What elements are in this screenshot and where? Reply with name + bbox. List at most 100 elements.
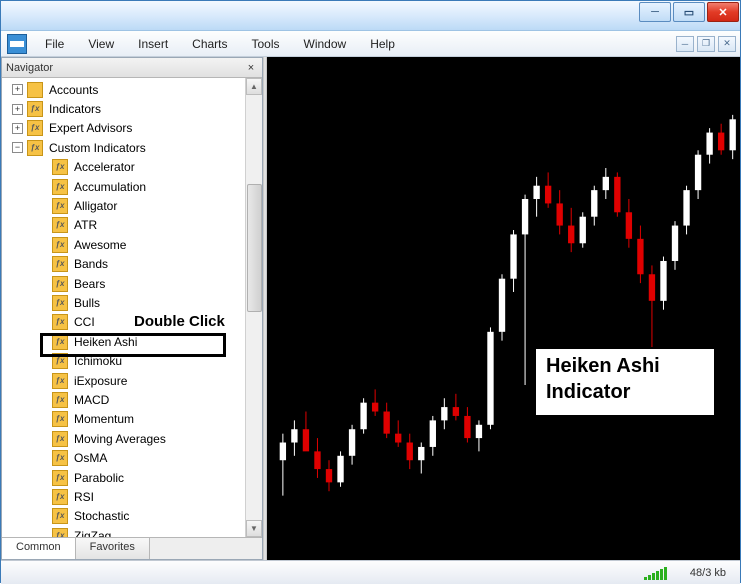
tree-item-iexposure[interactable]: ƒx iExposure [6,371,245,390]
tree-label: Momentum [72,412,136,426]
tree-item-ichimoku[interactable]: ƒx Ichimoku [6,351,245,370]
fx-icon: ƒx [52,373,68,389]
tree-item-osma[interactable]: ƒx OsMA [6,448,245,467]
mdi-close-button[interactable]: ✕ [718,36,736,52]
fx-icon: ƒx [52,450,68,466]
tree-label: Accumulation [72,180,148,194]
candlestick-chart [267,57,740,560]
tab-common[interactable]: Common [2,538,76,559]
tree-item-awesome[interactable]: ƒx Awesome [6,235,245,254]
tree-item-bands[interactable]: ƒx Bands [6,255,245,274]
tree-label: ZigZag [72,529,113,537]
tree-scrollbar[interactable]: ▲ ▼ [245,78,262,537]
annotation-indicator-box: Heiken Ashi Indicator [534,347,716,417]
mdi-restore-button[interactable]: ❐ [697,36,715,52]
minimize-button[interactable]: ─ [639,2,671,22]
fx-icon: ƒx [52,276,68,292]
scroll-thumb[interactable] [247,184,262,312]
tree-node-accounts[interactable]: + Accounts [6,80,245,99]
fx-icon: ƒx [52,353,68,369]
fx-icon: ƒx [27,101,43,117]
tree-item-parabolic[interactable]: ƒxParabolic [6,468,245,487]
tree-label: Parabolic [72,471,126,485]
accounts-icon [27,82,43,98]
tree-item-macd[interactable]: ƒxMACD [6,390,245,409]
close-button[interactable]: ✕ [707,2,739,22]
tree-label: Expert Advisors [47,121,134,135]
navigator-header[interactable]: Navigator × [2,58,262,78]
tree-label: Bulls [72,296,102,310]
menu-tools[interactable]: Tools [240,34,292,54]
fx-icon: ƒx [52,314,68,330]
tree-label: Bands [72,257,110,271]
app-icon [7,34,27,54]
tree-item-bulls[interactable]: ƒxBulls [6,293,245,312]
tree-item-accumulation[interactable]: ƒxAccumulation [6,177,245,196]
titlebar[interactable]: ─ ▭ ✕ [1,1,740,31]
scroll-up-icon[interactable]: ▲ [246,78,262,95]
tree-node-expert-advisors[interactable]: + ƒx Expert Advisors [6,119,245,138]
tree-item-momentum[interactable]: ƒx Momentum [6,410,245,429]
fx-icon: ƒx [52,508,68,524]
tree-item-alligator[interactable]: ƒxAlligator [6,196,245,215]
body-area: Navigator × +Accounts+ƒxIndicators+ƒxExp… [1,57,740,560]
menu-charts[interactable]: Charts [180,34,239,54]
tree-label: Accounts [47,83,100,97]
tree-label: CCI [72,315,97,329]
maximize-button[interactable]: ▭ [673,2,705,22]
tree-item-bears[interactable]: ƒx Bears [6,274,245,293]
tree-item-heiken-ashi[interactable]: ƒxHeiken Ashi [6,332,245,351]
tree-item-moving-averages[interactable]: ƒxMoving Averages [6,429,245,448]
menubar: FileViewInsertChartsToolsWindowHelp ─ ❐ … [1,31,740,57]
menu-file[interactable]: File [33,34,76,54]
tree-label: Accelerator [72,160,137,174]
app-window: ─ ▭ ✕ FileViewInsertChartsToolsWindowHel… [0,0,741,583]
navigator-tree[interactable]: +Accounts+ƒxIndicators+ƒxExpert Advisors… [2,78,245,537]
tree-label: RSI [72,490,96,504]
fx-icon: ƒx [52,411,68,427]
tree-node-indicators[interactable]: +ƒxIndicators [6,99,245,118]
tree-label: OsMA [72,451,109,465]
fx-icon: ƒx [52,528,68,537]
menu-window[interactable]: Window [292,34,359,54]
tree-label: MACD [72,393,111,407]
tree-label: Stochastic [72,509,131,523]
navigator-tabs: Common Favorites [2,537,262,559]
collapse-icon[interactable]: − [12,142,23,153]
chart-pane[interactable]: Heiken Ashi Indicator [267,57,740,560]
tree-label: iExposure [72,374,129,388]
menu-insert[interactable]: Insert [126,34,180,54]
fx-icon: ƒx [52,198,68,214]
tree-item-zigzag[interactable]: ƒx ZigZag [6,526,245,537]
scroll-down-icon[interactable]: ▼ [246,520,262,537]
tree-label: Heiken Ashi [72,335,139,349]
fx-icon: ƒx [52,237,68,253]
tree-item-atr[interactable]: ƒx ATR [6,216,245,235]
annotation-double-click: Double Click [134,313,225,330]
tree-item-accelerator[interactable]: ƒxAccelerator [6,158,245,177]
expand-icon[interactable]: + [12,123,23,134]
expand-icon[interactable]: + [12,84,23,95]
tree-label: Awesome [72,238,128,252]
expand-icon[interactable]: + [12,104,23,115]
menu-help[interactable]: Help [358,34,407,54]
tree-node-custom-indicators[interactable]: −ƒx Custom Indicators [6,138,245,157]
navigator-close-icon[interactable]: × [244,61,258,75]
tree-label: Bears [72,277,107,291]
fx-icon: ƒx [52,431,68,447]
tree-label: Custom Indicators [47,141,148,155]
navigator-title: Navigator [6,62,244,74]
tree-label: ATR [72,218,99,232]
menu-view[interactable]: View [76,34,126,54]
fx-icon: ƒx [27,120,43,136]
fx-icon: ƒx [27,140,43,156]
tree-item-rsi[interactable]: ƒx RSI [6,487,245,506]
tree-label: Ichimoku [72,354,124,368]
fx-icon: ƒx [52,256,68,272]
fx-icon: ƒx [52,217,68,233]
tree-item-stochastic[interactable]: ƒx Stochastic [6,507,245,526]
mdi-minimize-button[interactable]: ─ [676,36,694,52]
tab-favorites[interactable]: Favorites [76,538,150,559]
navigator-panel: Navigator × +Accounts+ƒxIndicators+ƒxExp… [1,57,263,560]
fx-icon: ƒx [52,489,68,505]
